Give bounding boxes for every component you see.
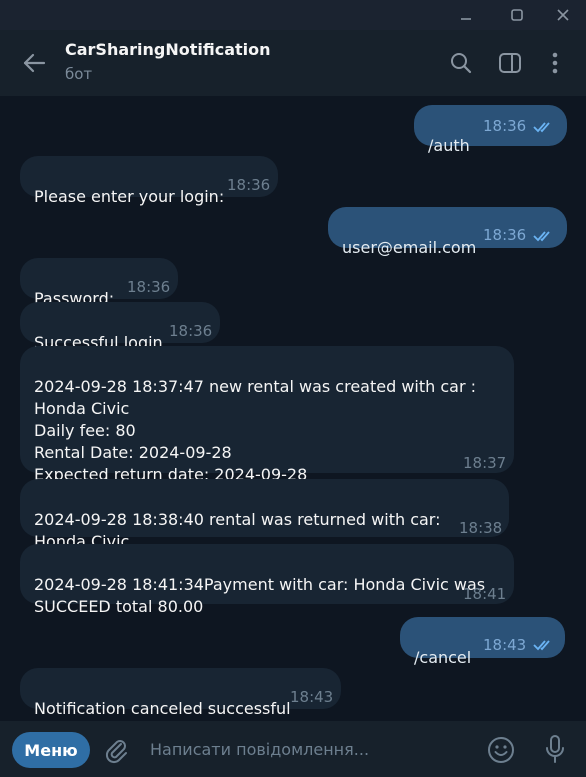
search-icon[interactable] (448, 50, 474, 76)
message-outgoing[interactable]: /cancel 18:43 (400, 617, 565, 667)
message-list[interactable]: /auth 18:36 Please enter your login: 18:… (0, 96, 586, 721)
message-incoming[interactable]: Password: 18:36 (20, 258, 178, 308)
window-titlebar (0, 0, 586, 30)
message-incoming[interactable]: 2024-09-28 18:37:47 new rental was creat… (20, 346, 514, 484)
maximize-icon[interactable] (497, 0, 537, 30)
message-incoming[interactable]: 2024-09-28 18:41:34Payment with car: Hon… (20, 544, 514, 616)
message-time: 18:38 (459, 519, 503, 537)
message-time: 18:36 (127, 278, 171, 296)
read-receipt-icon (533, 231, 550, 242)
message-incoming[interactable]: Successful login 18:36 (20, 302, 220, 352)
message-outgoing[interactable]: /auth 18:36 (414, 105, 567, 155)
sidebar-toggle-icon[interactable] (497, 50, 523, 76)
message-incoming[interactable]: Please enter your login: 18:36 (20, 156, 278, 206)
composer-bar: Меню (0, 721, 586, 777)
bot-menu-button[interactable]: Меню (12, 732, 90, 768)
more-vert-icon[interactable] (542, 50, 568, 76)
read-receipt-icon (533, 122, 550, 133)
read-receipt-icon (533, 640, 550, 651)
chat-title[interactable]: CarSharingNotification (65, 40, 271, 59)
message-text: user@email.com (342, 238, 477, 257)
message-text: 2024-09-28 18:41:34Payment with car: Hon… (34, 575, 486, 616)
paperclip-icon[interactable] (102, 736, 130, 764)
message-text: /cancel (414, 648, 472, 667)
message-time: 18:43 (483, 636, 527, 654)
message-time: 18:36 (227, 176, 271, 194)
message-input[interactable] (150, 734, 460, 764)
chat-header: CarSharingNotification бот (0, 30, 586, 96)
message-incoming[interactable]: 2024-09-28 18:38:40 rental was returned … (20, 479, 509, 573)
message-text: 2024-09-28 18:37:47 new rental was creat… (34, 377, 477, 484)
message-incoming[interactable]: Notification canceled successful 18:43 (20, 668, 341, 718)
message-time: 18:37 (463, 454, 507, 472)
microphone-icon[interactable] (540, 733, 570, 765)
message-time: 18:36 (483, 117, 527, 135)
minimize-icon[interactable] (446, 0, 486, 30)
emoji-icon[interactable] (486, 735, 516, 765)
message-time: 18:36 (169, 322, 213, 340)
message-time: 18:43 (290, 688, 334, 706)
message-time: 18:36 (483, 226, 527, 244)
chat-subtitle: бот (65, 65, 93, 83)
back-arrow-icon[interactable] (20, 50, 48, 76)
message-time: 18:41 (463, 585, 507, 603)
message-outgoing[interactable]: user@email.com 18:36 (328, 207, 567, 257)
close-icon[interactable] (543, 0, 583, 30)
message-text: /auth (428, 136, 470, 155)
message-text: Please enter your login: (34, 187, 225, 206)
message-text: Notification canceled successful (34, 699, 291, 718)
